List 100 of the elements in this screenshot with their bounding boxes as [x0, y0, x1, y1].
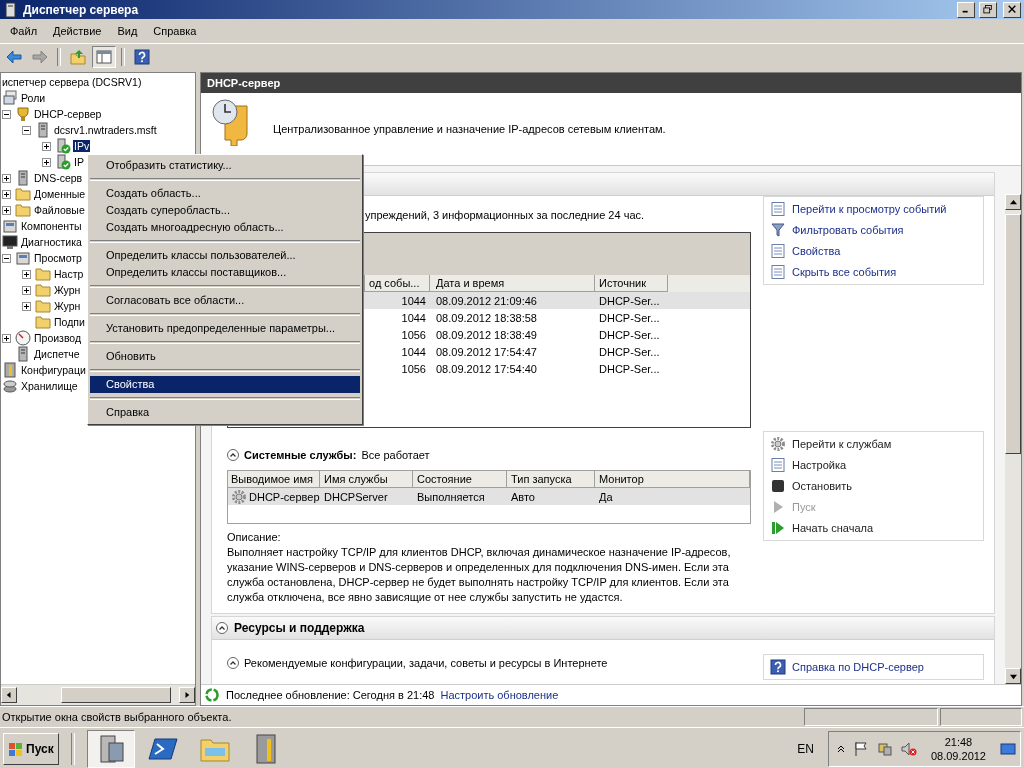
expand-box[interactable] — [22, 285, 31, 295]
tree-item[interactable]: испетчер сервера (DCSRV1) — [1, 76, 143, 88]
tree-item[interactable]: Роли — [20, 92, 47, 104]
minimize-button[interactable] — [957, 1, 975, 18]
menu-item[interactable]: Создать многоадресную область... — [90, 219, 360, 236]
tree-item[interactable]: IP — [73, 156, 85, 168]
taskbar-button[interactable] — [86, 729, 135, 768]
collapse-icon[interactable] — [227, 449, 239, 461]
clock[interactable]: 21:48 08.09.2012 — [930, 734, 986, 763]
table-cell-text: 1044 — [400, 293, 427, 309]
expand-box[interactable] — [2, 333, 11, 343]
collapse-box[interactable] — [2, 253, 11, 263]
flag-icon[interactable] — [852, 740, 869, 757]
expand-box[interactable] — [2, 173, 11, 183]
network-icon[interactable] — [876, 740, 893, 757]
action-link[interactable]: Справка по DHCP-сервер — [792, 661, 924, 673]
description-label: Описание: — [227, 530, 282, 545]
menu-item[interactable]: Обновить — [90, 348, 360, 365]
table-row[interactable]: DHCP-сервер DHCPServer Выполняется Авто Да — [228, 488, 750, 505]
collapse-icon[interactable] — [227, 657, 239, 669]
horizontal-scrollbar[interactable] — [1, 684, 195, 705]
collapse-icon[interactable] — [216, 622, 228, 634]
language-indicator[interactable]: EN — [787, 741, 824, 756]
menu-item[interactable]: Вид — [109, 23, 146, 39]
menu-item[interactable]: Свойства — [90, 376, 360, 393]
action-link[interactable]: Остановить — [792, 480, 853, 492]
tree-item[interactable]: dcsrv1.nwtraders.msft — [53, 124, 158, 136]
column-header[interactable]: Выводимое имя — [228, 471, 320, 488]
tree-item[interactable]: Файловые — [33, 204, 86, 216]
tree-item[interactable]: Конфигураци — [20, 364, 87, 376]
action-link[interactable]: Свойства — [792, 245, 841, 257]
action-link[interactable]: Перейти к просмотру событий — [792, 203, 947, 215]
expand-box[interactable] — [42, 141, 51, 151]
tree-item[interactable]: Производ — [33, 332, 83, 344]
expand-box[interactable] — [42, 157, 51, 167]
collapse-box[interactable] — [2, 109, 11, 119]
tree-item[interactable]: Просмотр — [33, 252, 83, 264]
action-link[interactable]: Начать сначала — [792, 522, 874, 534]
menu-item[interactable]: Установить предопределенные параметры... — [90, 320, 360, 337]
pane-icon — [96, 49, 112, 65]
expand-box[interactable] — [2, 189, 11, 199]
gear-icon — [231, 488, 247, 505]
folder-up-icon — [70, 49, 86, 65]
speaker-muted-icon[interactable] — [900, 740, 917, 757]
column-header[interactable]: Монитор — [595, 471, 750, 488]
tree-item[interactable]: DHCP-сервер — [33, 108, 103, 120]
collapse-box[interactable] — [22, 125, 31, 135]
table-cell: Да — [599, 490, 613, 503]
tree-item[interactable]: IPv — [73, 140, 91, 152]
chevron-icon[interactable] — [836, 744, 845, 753]
tree-item[interactable]: Хранилище — [20, 380, 79, 392]
down-arrow-icon[interactable] — [1009, 672, 1017, 680]
tree-item[interactable]: Диагностика — [20, 236, 83, 248]
toolbar-button[interactable] — [92, 46, 116, 68]
menu-item[interactable]: Создать суперобласть... — [90, 202, 360, 219]
tree-item[interactable]: DNS-серв — [33, 172, 84, 184]
right-arrow-icon[interactable] — [184, 692, 190, 698]
action-link[interactable]: Скрыть все события — [792, 266, 897, 278]
expand-box[interactable] — [22, 301, 31, 311]
stack-icon — [2, 90, 18, 106]
action-link[interactable]: Перейти к службам — [792, 438, 892, 450]
table-cell-text: 08.09.2012 18:38:49 — [435, 327, 538, 343]
menu-item[interactable]: Определить классы пользователей... — [90, 247, 360, 264]
box-icon — [2, 218, 18, 234]
tree-item[interactable]: Настр — [53, 268, 85, 280]
start-button[interactable]: Пуск — [3, 732, 59, 765]
menu-item[interactable]: Отобразить статистику... — [90, 157, 360, 174]
menu-item[interactable]: Создать область... — [90, 185, 360, 202]
folder-icon — [15, 202, 31, 218]
table-cell: DHCPServer — [324, 490, 388, 503]
tree-item[interactable]: Подпи — [53, 316, 86, 328]
menu-item[interactable]: Действие — [45, 23, 110, 39]
close-button[interactable] — [1003, 1, 1021, 18]
window-title: Диспетчер сервера — [23, 2, 139, 17]
restore-button[interactable] — [979, 1, 997, 18]
folder-icon — [35, 298, 51, 314]
tree-item[interactable]: Журн — [53, 284, 82, 296]
expand-box[interactable] — [22, 269, 31, 279]
server-icon — [35, 122, 51, 138]
column-header[interactable]: Имя службы — [320, 471, 413, 488]
left-arrow-icon[interactable] — [6, 692, 12, 698]
menu-item[interactable]: Справка — [145, 23, 205, 39]
menu-item[interactable]: Файл — [2, 23, 46, 39]
action-link[interactable]: Фильтровать события — [792, 224, 904, 236]
refresh-link[interactable]: Настроить обновление — [440, 689, 559, 701]
tree-item[interactable]: Журн — [53, 300, 82, 312]
column-header[interactable]: Тип запуска — [507, 471, 595, 488]
tree-item[interactable]: Компоненты — [20, 220, 83, 232]
server-check-icon — [55, 138, 71, 154]
column-header[interactable]: Состояние — [413, 471, 507, 488]
menu-item[interactable]: Определить классы поставщиков... — [90, 264, 360, 281]
tree-item[interactable]: Диспетче — [33, 348, 81, 360]
action-link[interactable]: Настройка — [792, 459, 847, 471]
server-icon — [15, 170, 31, 186]
up-arrow-icon[interactable] — [1009, 198, 1017, 206]
tree-item[interactable]: Доменные — [33, 188, 87, 200]
menu-item[interactable]: Справка — [90, 404, 360, 421]
expand-box[interactable] — [2, 205, 11, 215]
vertical-scrollbar[interactable] — [1005, 194, 1021, 684]
show-desktop-icon[interactable] — [1000, 740, 1016, 757]
